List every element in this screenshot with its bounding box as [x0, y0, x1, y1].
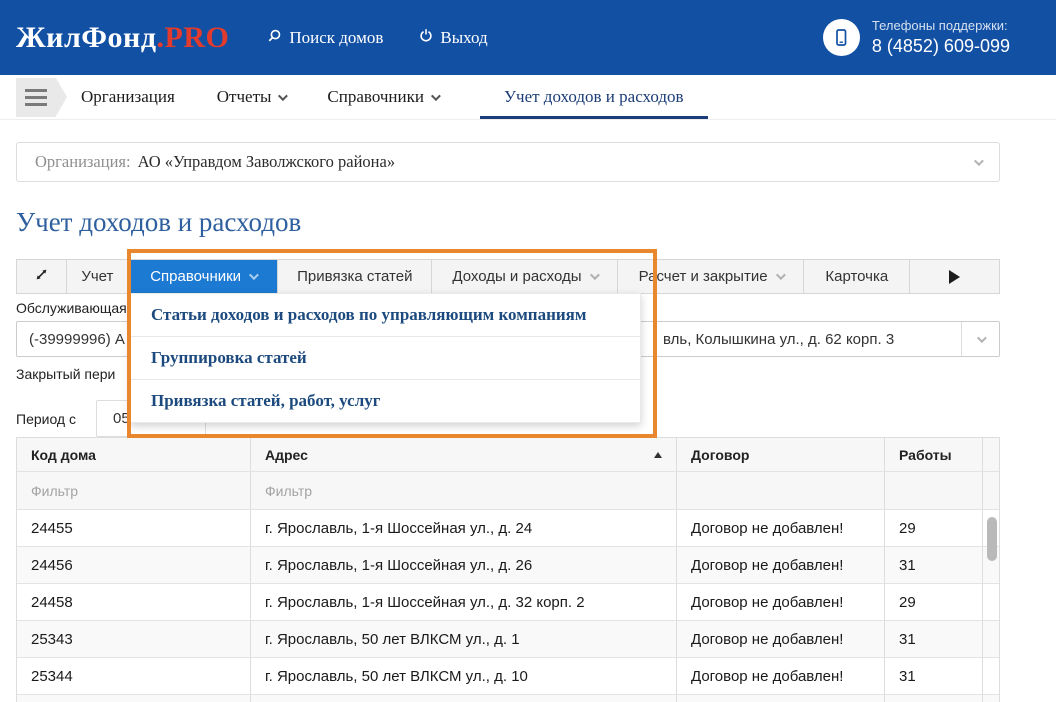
logout-link[interactable]: Выход [419, 28, 487, 48]
sort-ascending-icon [654, 452, 662, 458]
filter-address-input[interactable] [265, 483, 662, 499]
col-header-works[interactable]: Работы [885, 438, 983, 471]
table-row[interactable]: 25344 г. Ярославль, 50 лет ВЛКСМ ул., д.… [17, 658, 999, 695]
top-nav: Поиск домов Выход [267, 28, 487, 48]
play-icon [949, 270, 960, 284]
dropdown-item-binding-works-services[interactable]: Привязка статей, работ, услуг [131, 380, 640, 422]
hamburger-icon [16, 78, 56, 117]
select-value-right: вль, Колышкина ул., д. 62 корп. 3 [663, 322, 894, 356]
directories-dropdown-menu: Статьи доходов и расходов по управляющим… [130, 293, 641, 423]
chevron-down-icon [590, 270, 600, 280]
table-filter-row [17, 472, 999, 510]
table-row[interactable]: 25345 г. Ярославль, 50 лет ВЛКСМ ул., д.… [17, 695, 999, 702]
table-scrollbar-thumb[interactable] [987, 517, 997, 561]
play-button[interactable] [910, 260, 999, 293]
calc-close-button[interactable]: Расчет и закрытие [618, 260, 805, 293]
filter-house-code-input[interactable] [31, 483, 236, 499]
filter-gutter-cell [983, 472, 1011, 509]
dropdown-item-articles-by-company[interactable]: Статьи доходов и расходов по управляющим… [131, 294, 640, 337]
hamburger-menu-button[interactable] [16, 75, 67, 119]
support-block: Телефоны поддержки: 8 (4852) 609-099 [823, 18, 1040, 57]
phone-icon [823, 19, 860, 56]
col-header-contract[interactable]: Договор [677, 438, 885, 471]
chevron-down-icon [249, 270, 259, 280]
table-row[interactable]: 24458 г. Ярославль, 1-я Шоссейная ул., д… [17, 584, 999, 621]
chevron-down-icon [431, 91, 441, 101]
period-from-label: Период с [16, 411, 96, 427]
main-menubar: Организация Отчеты Справочники Учет дохо… [0, 75, 1056, 120]
houses-table: Код дома Адрес Договор Работы 24455 г. Я… [16, 437, 1000, 702]
col-header-gutter [983, 438, 1011, 471]
filter-contract-cell[interactable] [677, 472, 885, 509]
dropdown-item-article-grouping[interactable]: Группировка статей [131, 337, 640, 380]
table-row[interactable]: 24456 г. Ярославль, 1-я Шоссейная ул., д… [17, 547, 999, 584]
income-expense-button[interactable]: Доходы и расходы [432, 260, 618, 293]
houses-table-wrap: Код дома Адрес Договор Работы 24455 г. Я… [16, 437, 1000, 702]
chevron-down-icon [977, 333, 987, 343]
menu-item-directories[interactable]: Справочники [327, 75, 438, 119]
expand-button[interactable] [17, 260, 67, 293]
table-row[interactable]: 25343 г. Ярославль, 50 лет ВЛКСМ ул., д.… [17, 621, 999, 658]
support-label: Телефоны поддержки: [872, 18, 1010, 33]
search-houses-link[interactable]: Поиск домов [267, 28, 383, 48]
app-logo[interactable]: ЖилФонд.PRO [16, 21, 229, 55]
search-icon [267, 28, 282, 48]
organization-label: Организация: [35, 152, 131, 172]
menu-item-income-expense-active[interactable]: Учет доходов и расходов [480, 75, 708, 119]
page-title: Учет доходов и расходов [16, 207, 1000, 238]
col-header-house-code[interactable]: Код дома [17, 438, 251, 471]
menu-item-reports[interactable]: Отчеты [217, 75, 286, 119]
main-content: Организация: АО «Управдом Заволжского ра… [16, 142, 1000, 702]
col-header-address[interactable]: Адрес [251, 438, 677, 471]
toolbar: Учет Справочники Привязка статей Доходы … [16, 259, 1000, 294]
expand-icon [34, 267, 49, 286]
support-phone: 8 (4852) 609-099 [872, 36, 1010, 57]
top-header: ЖилФонд.PRO Поиск домов Выход Телефоны п… [0, 0, 1056, 75]
logo-pro-suffix: .PRO [157, 21, 230, 54]
table-row[interactable]: 24455 г. Ярославль, 1-я Шоссейная ул., д… [17, 510, 999, 547]
hamburger-arrow-tip [56, 78, 67, 116]
organization-selector[interactable]: Организация: АО «Управдом Заволжского ра… [16, 142, 1000, 182]
directories-button-active[interactable]: Справочники [129, 260, 279, 293]
table-header-row: Код дома Адрес Договор Работы [17, 438, 999, 472]
card-button[interactable]: Карточка [804, 260, 910, 293]
power-icon [419, 28, 433, 48]
filter-works-cell[interactable] [885, 472, 983, 509]
select-toggle [961, 322, 999, 356]
chevron-down-icon [278, 91, 288, 101]
chevron-down-icon [776, 270, 786, 280]
accounting-button[interactable]: Учет [67, 260, 129, 293]
article-binding-button[interactable]: Привязка статей [278, 260, 432, 293]
organization-value: АО «Управдом Заволжского района» [138, 152, 395, 172]
select-value-left: (-39999996) А [17, 331, 125, 348]
chevron-down-icon [974, 156, 984, 166]
menu-item-organization[interactable]: Организация [81, 75, 175, 119]
toolbar-wrap: Учет Справочники Привязка статей Доходы … [16, 259, 1000, 294]
